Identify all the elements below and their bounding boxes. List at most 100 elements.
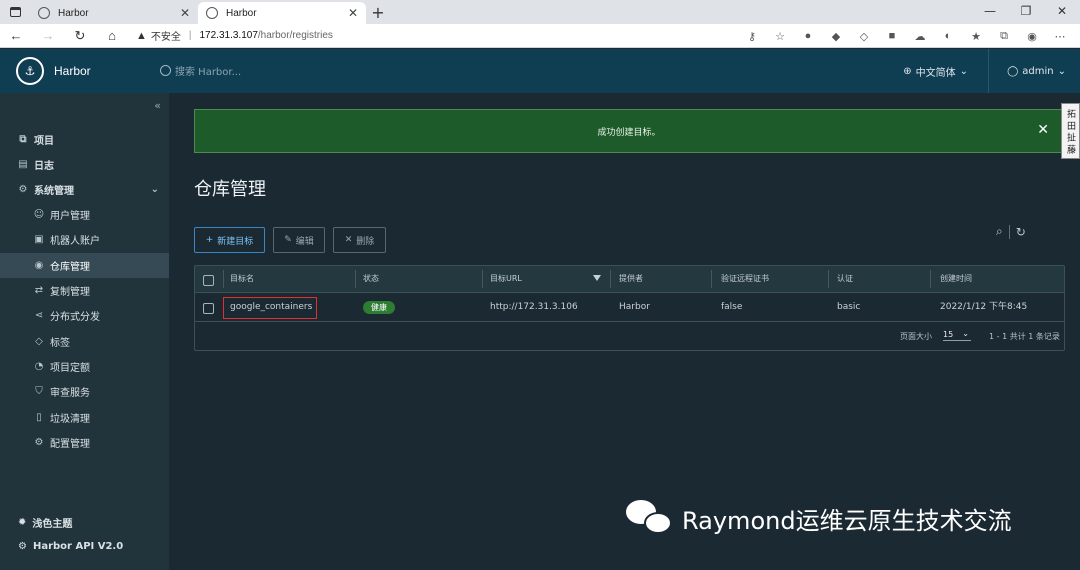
extension-icon[interactable]: ◇ <box>850 30 878 43</box>
close-tab-icon[interactable]: ✕ <box>180 6 190 20</box>
admin-icon: ⚙ <box>18 184 28 195</box>
more-icon[interactable]: ⋯ <box>1046 30 1074 43</box>
sidebar-item-quotas[interactable]: ◔ 项目定额 <box>0 354 169 379</box>
logs-icon: ▤ <box>18 159 28 170</box>
sidebar-item-projects[interactable]: ⧉ 项目 <box>0 127 169 152</box>
browser-toolbar: ⚷ ☆ ● ◆ ◇ ■ ☁ ◐ ★ ⧉ ◉ ⋯ <box>738 24 1074 48</box>
sidebar-item-label: 机器人账户 <box>50 236 100 247</box>
page-size-select[interactable]: 15 ⌄ <box>943 329 971 341</box>
tab-actions-icon <box>9 7 21 17</box>
url-field[interactable]: ▲ 不安全 | 172.31.3.107 /harbor/registries <box>136 28 333 44</box>
sidebar-item-logs[interactable]: ▤ 日志 <box>0 152 169 177</box>
refresh-icon[interactable]: ↻ <box>64 28 96 44</box>
cell-name: google_containers <box>230 302 313 312</box>
trash-icon: ▯ <box>36 412 42 423</box>
language-selector[interactable]: ⊕ 中文简体 ⌄ <box>883 64 988 79</box>
browser-tab-strip: Harbor ✕ Harbor ✕ + — ❐ ✕ <box>0 0 1080 24</box>
sidebar-item-distribution[interactable]: ⋖ 分布式分发 <box>0 303 169 328</box>
home-icon[interactable]: ⌂ <box>96 28 128 43</box>
api-icon: ⚙ <box>18 541 27 552</box>
sidebar-item-label: 配置管理 <box>50 439 90 450</box>
forward-icon[interactable]: → <box>32 28 64 43</box>
sidebar-item-replication[interactable]: ⇄ 复制管理 <box>0 278 169 303</box>
new-endpoint-button[interactable]: + 新建目标 <box>194 227 265 253</box>
select-all-checkbox[interactable] <box>203 275 214 286</box>
column-divider <box>223 270 224 288</box>
collapse-sidebar-icon[interactable]: « <box>154 99 161 112</box>
sidebar-item-scanners[interactable]: ⛉ 审查服务 <box>0 379 169 404</box>
distribution-icon: ⋖ <box>34 310 44 321</box>
gear-icon: ⚙ <box>34 437 44 448</box>
profile-icon[interactable]: ◉ <box>1018 30 1046 43</box>
row-checkbox[interactable] <box>203 303 214 314</box>
extension-icon[interactable]: ◐ <box>934 30 962 42</box>
column-header-name[interactable]: 目标名 <box>230 266 254 292</box>
edit-button[interactable]: ✎ 编辑 <box>273 227 325 253</box>
globe-icon <box>38 7 50 19</box>
extension-icon[interactable]: ● <box>794 30 822 42</box>
close-icon[interactable]: ✕ <box>1037 122 1049 138</box>
close-icon: ✕ <box>344 235 353 245</box>
sidebar-item-users[interactable]: ☺ 用户管理 <box>0 202 169 227</box>
extension-icon[interactable]: ■ <box>878 30 906 42</box>
pencil-icon: ✎ <box>284 235 292 245</box>
column-header-created[interactable]: 创建时间 <box>940 266 972 292</box>
column-header-verify[interactable]: 验证远程证书 <box>721 266 769 292</box>
column-divider <box>930 270 931 288</box>
new-endpoint-label: 新建目标 <box>217 236 254 247</box>
sidebar-item-robots[interactable]: ▣ 机器人账户 <box>0 227 169 252</box>
sidebar-item-labels[interactable]: ◇ 标签 <box>0 329 169 354</box>
extension-icon[interactable]: ◆ <box>822 30 850 43</box>
edit-label: 编辑 <box>295 236 314 247</box>
favorite-add-icon[interactable]: ☆ <box>766 30 794 43</box>
favorites-icon[interactable]: ★ <box>962 30 990 43</box>
sidebar-item-label: 日志 <box>34 161 54 172</box>
column-divider <box>610 270 611 288</box>
sidebar: « ⧉ 项目 ▤ 日志 ⚙ 系统管理 ⌄ ☺ 用户管理 ▣ 机器人账户 ◉ 仓库… <box>0 93 169 570</box>
column-header-auth[interactable]: 认证 <box>837 266 853 292</box>
refresh-icon[interactable]: ↻ <box>1016 225 1026 239</box>
new-tab-button[interactable]: + <box>366 2 390 24</box>
theme-toggle[interactable]: ✹ 浅色主题 <box>0 515 169 530</box>
sidebar-item-config[interactable]: ⚙ 配置管理 <box>0 430 169 455</box>
side-floating-tab[interactable]: 拓 田 扯 藤 <box>1061 103 1080 159</box>
theme-label: 浅色主题 <box>32 519 73 530</box>
minimize-button[interactable]: — <box>972 0 1008 24</box>
sidebar-item-label: 分布式分发 <box>50 312 100 323</box>
sidebar-item-label: 项目 <box>34 136 54 147</box>
harbor-logo-icon[interactable]: ⚓ <box>16 57 44 85</box>
sidebar-item-admin[interactable]: ⚙ 系统管理 ⌄ <box>0 177 169 202</box>
search-input[interactable]: 搜索 Harbor... <box>160 63 241 78</box>
back-icon[interactable]: ← <box>0 28 32 43</box>
extension-icon[interactable]: ☁ <box>906 30 934 43</box>
table-header: 目标名 状态 目标URL 提供者 验证远程证书 认证 创建时间 <box>195 266 1064 293</box>
filter-icon[interactable] <box>593 275 601 281</box>
robot-icon: ▣ <box>34 234 44 245</box>
username: admin <box>1022 65 1054 77</box>
browser-tab-2[interactable]: Harbor ✕ <box>198 2 366 24</box>
collections-icon[interactable]: ⧉ <box>990 30 1018 43</box>
key-icon[interactable]: ⚷ <box>738 30 766 43</box>
cell-url: http://172.31.3.106 <box>490 302 578 312</box>
globe-icon: ⊕ <box>903 65 912 77</box>
table-row[interactable]: google_containers 健康 http://172.31.3.106… <box>195 293 1064 322</box>
tab-actions-button[interactable] <box>0 0 30 24</box>
search-icon[interactable]: ⌕ <box>996 224 1003 239</box>
url-separator: | <box>188 30 192 41</box>
brand-name[interactable]: Harbor <box>54 64 91 78</box>
maximize-button[interactable]: ❐ <box>1008 0 1044 24</box>
column-header-status[interactable]: 状态 <box>363 266 379 292</box>
sidebar-item-gc[interactable]: ▯ 垃圾清理 <box>0 405 169 430</box>
close-tab-icon[interactable]: ✕ <box>348 6 358 20</box>
close-window-button[interactable]: ✕ <box>1044 0 1080 24</box>
column-header-url[interactable]: 目标URL <box>490 266 522 292</box>
column-header-provider[interactable]: 提供者 <box>619 266 643 292</box>
browser-tab-1[interactable]: Harbor ✕ <box>30 2 198 24</box>
user-menu[interactable]: ◯ admin ⌄ <box>989 66 1080 77</box>
delete-button[interactable]: ✕ 删除 <box>333 227 386 253</box>
shield-icon: ⛉ <box>35 386 43 397</box>
sidebar-item-registries[interactable]: ◉ 仓库管理 <box>0 253 169 278</box>
api-link[interactable]: ⚙ Harbor API V2.0 <box>0 541 169 552</box>
status-badge: 健康 <box>363 301 395 314</box>
sidebar-item-label: 复制管理 <box>50 287 90 298</box>
